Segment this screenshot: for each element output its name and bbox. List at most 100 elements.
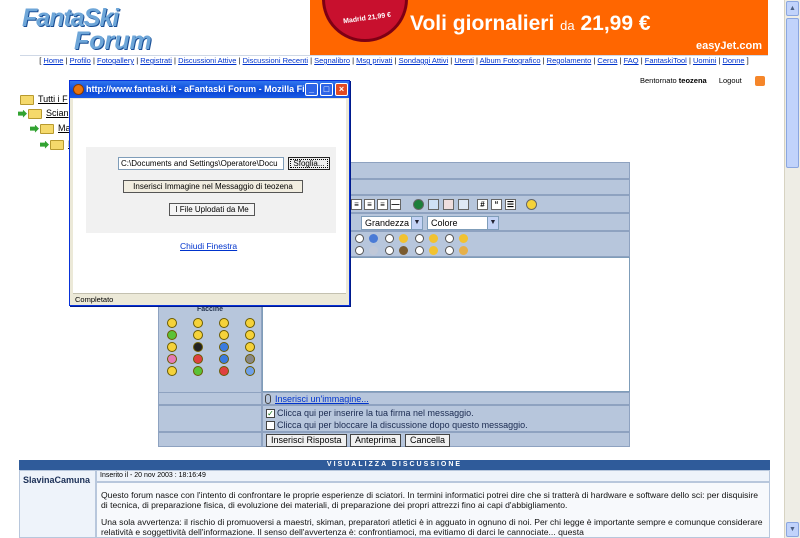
close-window-button[interactable]: × xyxy=(335,83,348,96)
hyperlink-globe-icon[interactable] xyxy=(413,199,424,210)
align-right-icon[interactable]: ≡ xyxy=(377,199,388,210)
nav-link-sondaggi-attivi[interactable]: Sondaggi Attivi xyxy=(399,56,449,65)
fan-text: Madrid 21,99 € xyxy=(342,11,392,26)
nav-link-discussioni-recenti[interactable]: Discussioni Recenti xyxy=(243,56,308,65)
upload-popup-window[interactable]: http://www.fantaski.it - aFantaski Forum… xyxy=(69,80,350,306)
emoticon-icon[interactable] xyxy=(193,354,203,364)
nav-link-cerca[interactable]: Cerca xyxy=(597,56,617,65)
nav-link-album-fotografico[interactable]: Album Fotografico xyxy=(480,56,541,65)
emoticon-icon[interactable] xyxy=(167,366,177,376)
smiley-icon[interactable] xyxy=(526,199,537,210)
emoticon-icon[interactable] xyxy=(245,342,255,352)
emoticon-icon[interactable] xyxy=(219,366,229,376)
tree-label[interactable]: Scian xyxy=(46,108,69,118)
signature-label: Clicca qui per inserire la tua firma nel… xyxy=(277,408,474,418)
file-path-input[interactable]: C:\Documents and Settings\Operatore\Docu xyxy=(118,157,284,170)
rss-icon[interactable] xyxy=(755,76,765,86)
nav-separator: | xyxy=(238,56,241,65)
nav-link-utenti[interactable]: Utenti xyxy=(454,56,474,65)
nav-link-segnalibro[interactable]: Segnalibro xyxy=(314,56,350,65)
nav-link-msg-privati[interactable]: Msg privati xyxy=(356,56,392,65)
align-left-icon[interactable]: ≡ xyxy=(351,199,362,210)
main-nav-bar: [ Home | Profilo | Fotogallery | Registr… xyxy=(20,55,768,74)
emoticon-icon[interactable] xyxy=(245,366,255,376)
nav-link-fantaskitool[interactable]: FantaskiTool xyxy=(645,56,687,65)
tree-item-scian[interactable]: Scian xyxy=(18,108,69,120)
emoticon-icon[interactable] xyxy=(219,318,229,328)
horizontal-rule-icon[interactable]: — xyxy=(390,199,401,210)
emoticon-icon[interactable] xyxy=(193,318,203,328)
emoticon-icon[interactable] xyxy=(219,330,229,340)
minimize-button[interactable]: _ xyxy=(305,83,318,96)
emoticon-icon[interactable] xyxy=(245,354,255,364)
tree-item-ma[interactable]: Ma xyxy=(30,123,71,135)
nav-link-profilo[interactable]: Profilo xyxy=(70,56,91,65)
signature-checkbox[interactable]: ✓ xyxy=(266,409,275,418)
size-select[interactable]: Grandezza ▼ xyxy=(361,216,423,230)
scroll-up-icon[interactable]: ▲ xyxy=(786,1,799,16)
nav-link-faq[interactable]: FAQ xyxy=(624,56,639,65)
welcome-prefix: Bentornato xyxy=(640,76,677,85)
arrow-icon xyxy=(30,124,39,133)
icon-radio[interactable] xyxy=(385,246,394,255)
emoticon-icon[interactable] xyxy=(245,318,255,328)
align-center-icon[interactable]: ≡ xyxy=(364,199,375,210)
scrollbar-thumb[interactable] xyxy=(786,18,799,168)
vertical-scrollbar[interactable]: ▲ ▼ xyxy=(784,0,800,538)
post-author[interactable]: SlavinaCamuna xyxy=(23,475,90,485)
nav-link-donne[interactable]: Donne xyxy=(722,56,744,65)
fantaski-logo[interactable]: FantaSki Forum xyxy=(18,2,308,55)
folder-icon xyxy=(20,94,34,105)
emoticon-icon[interactable] xyxy=(167,342,177,352)
emoticon-icon[interactable] xyxy=(219,354,229,364)
media-icon[interactable] xyxy=(458,199,469,210)
emoticon-icon[interactable] xyxy=(167,354,177,364)
easyjet-banner-ad[interactable]: Madrid 21,99 € Voli giornalieri da 21,99… xyxy=(310,0,768,55)
emoticon-icon[interactable] xyxy=(167,318,177,328)
nav-link-registrati[interactable]: Registrati xyxy=(140,56,172,65)
preview-button[interactable]: Anteprima xyxy=(350,434,402,447)
browse-button[interactable]: Sfoglia... xyxy=(288,157,330,170)
uploaded-files-button[interactable]: I File Uplodati da Me xyxy=(169,203,255,216)
insert-image-link[interactable]: Inserisci un'immagine... xyxy=(275,394,369,404)
nav-separator: | xyxy=(542,56,545,65)
banner-da: da xyxy=(560,18,575,33)
list-icon[interactable]: ☰ xyxy=(505,199,516,210)
nav-link-discussioni-attive[interactable]: Discussioni Attive xyxy=(178,56,236,65)
code-hash-icon[interactable]: # xyxy=(477,199,488,210)
scroll-down-icon[interactable]: ▼ xyxy=(786,522,799,537)
emoticon-icon[interactable] xyxy=(245,330,255,340)
nav-link-fotogallery[interactable]: Fotogallery xyxy=(97,56,134,65)
tree-label[interactable]: Tutti i F xyxy=(38,94,68,104)
emoticon-icon[interactable] xyxy=(193,330,203,340)
nav-link-home[interactable]: Home xyxy=(43,56,63,65)
post-paragraph-2: Una sola avvertenza: il rischio di promu… xyxy=(101,517,763,537)
icon-radio[interactable] xyxy=(415,234,424,243)
close-window-link[interactable]: Chiudi Finestra xyxy=(180,241,237,251)
emoticon-icon[interactable] xyxy=(167,330,177,340)
quote-icon[interactable]: “ xyxy=(491,199,502,210)
icon-radio[interactable] xyxy=(355,246,364,255)
lock-checkbox[interactable] xyxy=(266,421,275,430)
insert-image-button[interactable]: Inserisci Immagine nel Messaggio di teoz… xyxy=(123,180,303,193)
maximize-button[interactable]: □ xyxy=(320,83,333,96)
submit-reply-button[interactable]: Inserisci Risposta xyxy=(266,434,347,447)
logout-link[interactable]: Logout xyxy=(719,76,742,85)
cancel-button[interactable]: Cancella xyxy=(405,434,451,447)
icon-radio[interactable] xyxy=(445,234,454,243)
nav-link-uomini[interactable]: Uomini xyxy=(693,56,716,65)
nav-separator: | xyxy=(688,56,691,65)
icon-radio[interactable] xyxy=(445,246,454,255)
tree-item-tutti[interactable]: Tutti i F xyxy=(20,94,68,106)
icon-radio[interactable] xyxy=(385,234,394,243)
icon-radio[interactable] xyxy=(415,246,424,255)
image-icon[interactable] xyxy=(443,199,454,210)
emoticon-icon[interactable] xyxy=(219,342,229,352)
icon-radio[interactable] xyxy=(355,234,364,243)
emoticon-icon[interactable] xyxy=(193,366,203,376)
email-icon[interactable] xyxy=(428,199,439,210)
post-icon xyxy=(429,234,438,243)
color-select[interactable]: Colore ▼ xyxy=(427,216,499,230)
nav-link-regolamento[interactable]: Regolamento xyxy=(547,56,592,65)
emoticon-icon[interactable] xyxy=(193,342,203,352)
